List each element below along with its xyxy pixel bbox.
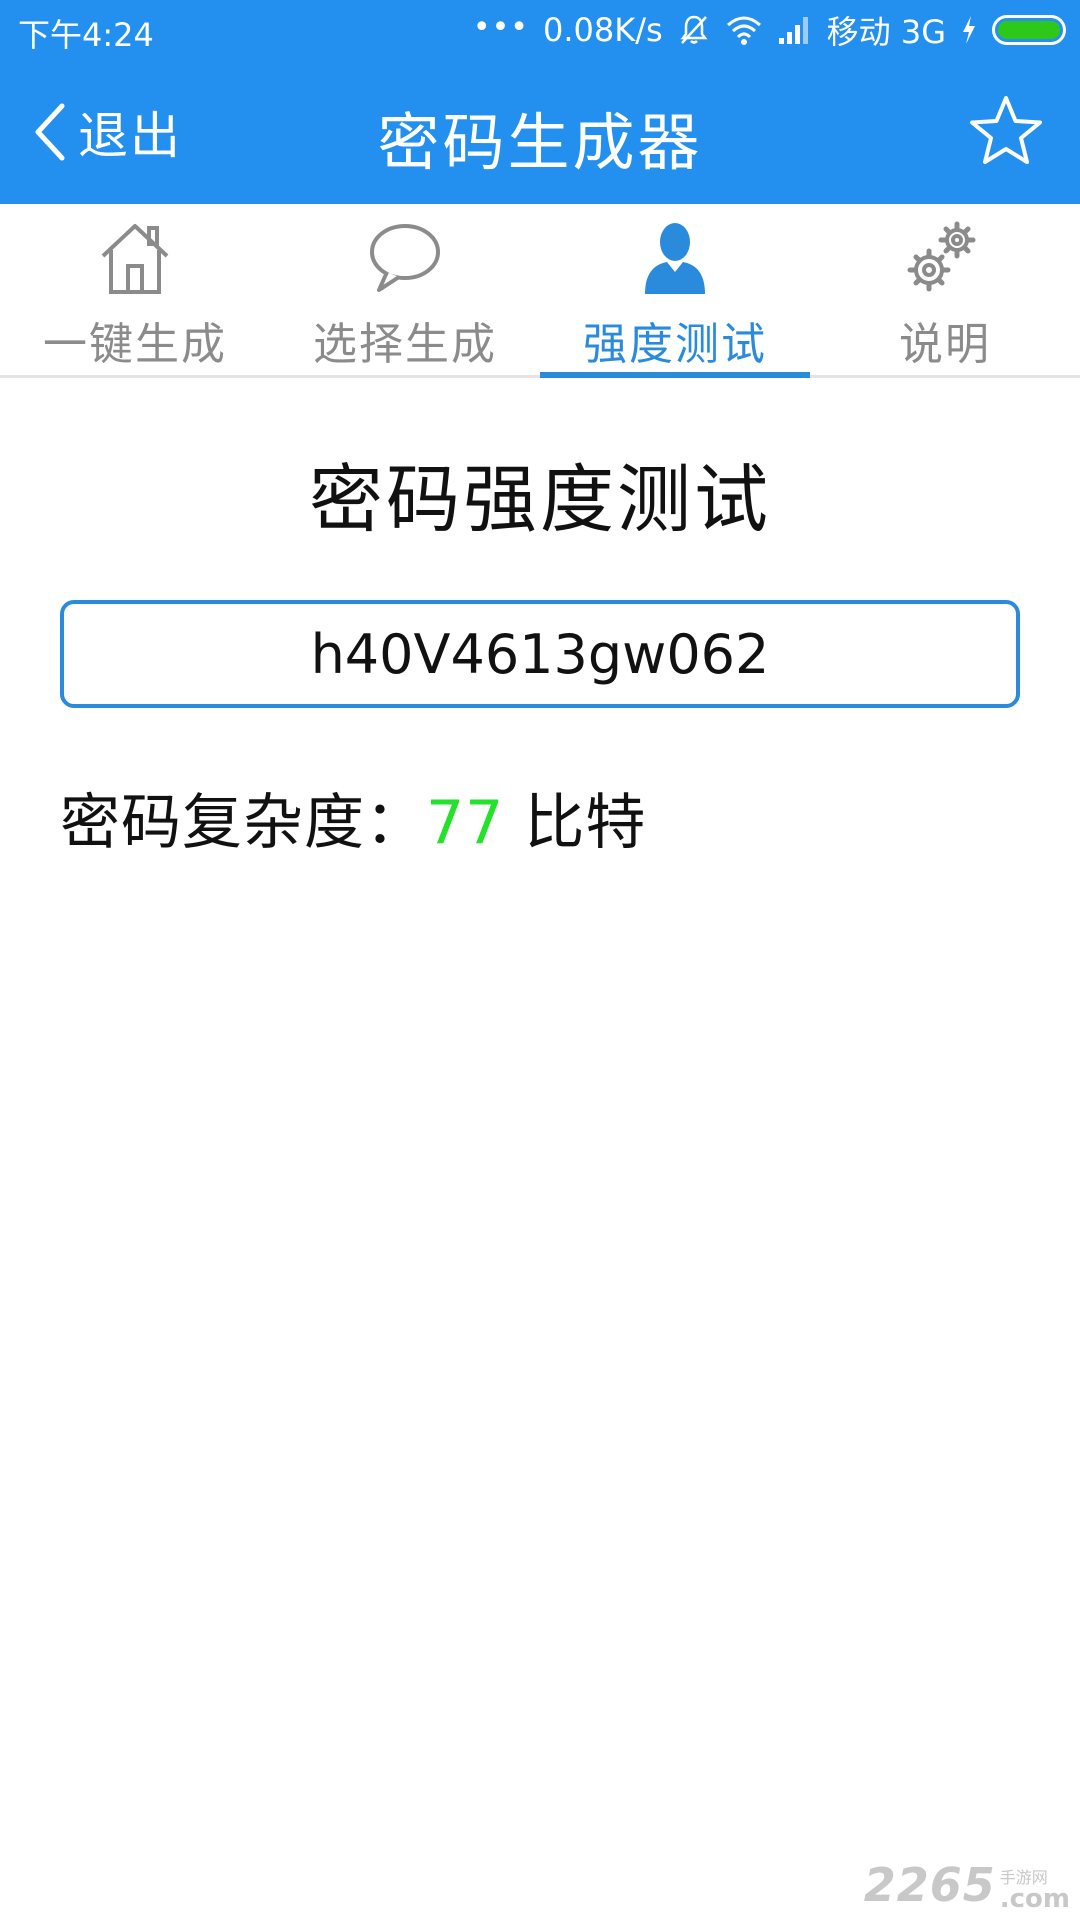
- complexity-unit: 比特: [504, 788, 647, 858]
- network-speed: 0.08K/s: [542, 11, 663, 49]
- status-indicators: ••• 0.08K/s 移动 3G: [473, 8, 1066, 52]
- page-title: 密码生成器: [377, 106, 703, 179]
- tab-bar: 一键生成 选择生成 强度测试 说明: [0, 204, 1080, 378]
- tab-one-click-generate[interactable]: 一键生成: [0, 204, 270, 375]
- chat-bubble-icon: [370, 224, 440, 292]
- carrier-label: 移动 3G: [826, 13, 946, 51]
- watermark-logo: 2265 手游网 .com: [864, 1858, 1070, 1912]
- battery-level: [998, 21, 1060, 39]
- complexity-row: 密码复杂度：77 比特: [60, 774, 646, 861]
- watermark-side: 手游网 .com: [999, 1870, 1070, 1914]
- star-icon[interactable]: [968, 94, 1044, 170]
- tab-select-generate[interactable]: 选择生成: [270, 204, 540, 375]
- tab-label: 选择生成: [313, 319, 497, 370]
- tab-strength-test[interactable]: 强度测试: [540, 204, 810, 378]
- wifi-icon: [726, 16, 761, 45]
- more-dots-icon: •••: [472, 9, 529, 45]
- signal-icon: [778, 17, 808, 44]
- charging-icon: [963, 16, 975, 44]
- complexity-value: 77: [426, 788, 505, 858]
- tab-instructions[interactable]: 说明: [810, 204, 1080, 375]
- status-bar: 下午4:24 ••• 0.08K/s 移动 3G: [0, 0, 1080, 60]
- password-input[interactable]: [60, 600, 1020, 708]
- section-title: 密码强度测试: [309, 457, 771, 543]
- complexity-label: 密码复杂度：: [60, 788, 426, 858]
- mute-bell-icon: [680, 15, 708, 44]
- title-bar: 退出 密码生成器: [0, 60, 1080, 204]
- battery-icon: [992, 15, 1066, 45]
- tab-label: 强度测试: [583, 319, 767, 370]
- watermark-suffix: .com: [999, 1884, 1070, 1914]
- gears-icon: [907, 221, 976, 292]
- watermark-main: 2265: [863, 1858, 996, 1912]
- home-icon: [101, 224, 169, 294]
- status-time: 下午4:24: [18, 16, 154, 54]
- tab-label: 一键生成: [43, 319, 227, 370]
- user-icon: [645, 223, 705, 294]
- tab-label: 说明: [899, 319, 991, 370]
